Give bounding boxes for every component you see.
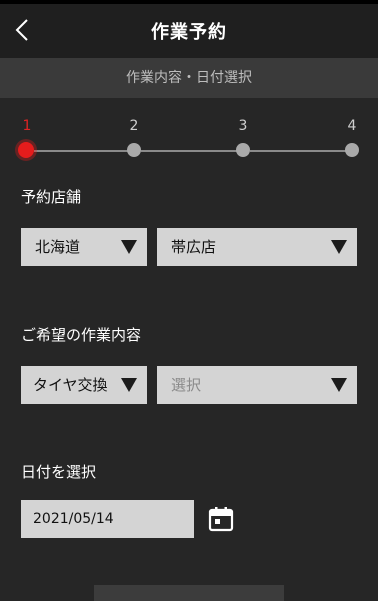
step-4-dot <box>345 143 359 157</box>
branch-value: 帯広店 <box>171 238 217 256</box>
caret-down-icon <box>121 378 137 392</box>
work-category-select[interactable]: タイヤ交換 <box>21 366 147 404</box>
step-3-dot <box>236 143 250 157</box>
step-3-number: 3 <box>238 118 248 134</box>
work-category-value: タイヤ交換 <box>33 376 108 394</box>
section-subheader: 作業内容・日付選択 <box>0 58 378 98</box>
step-4-number: 4 <box>347 118 357 134</box>
step-connector <box>250 150 346 152</box>
status-strip <box>0 0 378 4</box>
progress-stepper: 1 2 3 4 <box>0 118 378 162</box>
caret-down-icon <box>331 378 347 392</box>
step-2-dot <box>127 143 141 157</box>
caret-down-icon <box>121 240 137 254</box>
caret-down-icon <box>331 240 347 254</box>
work-detail-select[interactable]: 選択 <box>157 366 357 404</box>
step-1-dot <box>18 142 34 158</box>
calendar-icon[interactable] <box>208 506 234 532</box>
step-1-number: 1 <box>22 118 32 134</box>
prefecture-value: 北海道 <box>35 238 81 256</box>
bottom-action-bar[interactable] <box>94 585 284 601</box>
branch-select[interactable]: 帯広店 <box>157 228 357 266</box>
page-title: 作業予約 <box>151 22 227 43</box>
store-label: 予約店舗 <box>21 188 82 206</box>
step-2-number: 2 <box>129 118 139 134</box>
step-connector <box>34 150 129 152</box>
work-detail-placeholder: 選択 <box>171 376 202 394</box>
step-connector <box>141 150 237 152</box>
date-label: 日付を選択 <box>21 463 97 481</box>
work-label: ご希望の作業内容 <box>21 326 142 344</box>
date-field[interactable]: 2021/05/14 <box>21 500 194 538</box>
app-header: 作業予約 <box>0 0 378 58</box>
prefecture-select[interactable]: 北海道 <box>21 228 147 266</box>
